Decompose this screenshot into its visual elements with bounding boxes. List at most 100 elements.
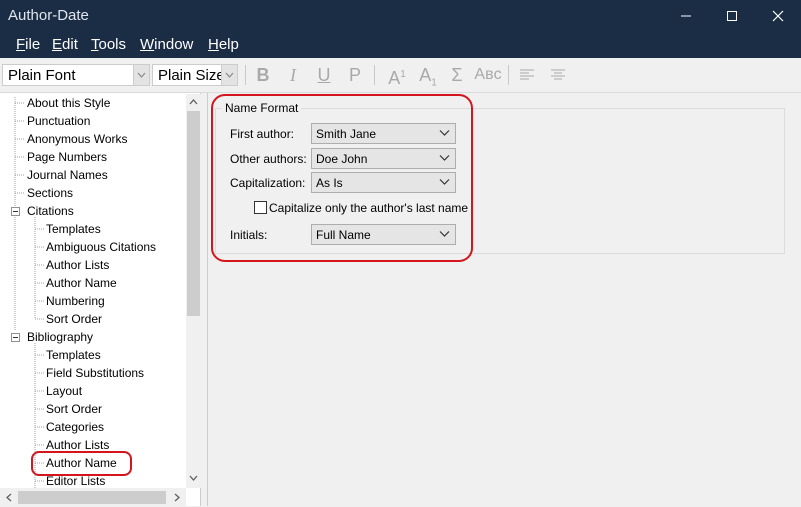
capitalization-select[interactable]: As Is (311, 172, 456, 193)
tree-item-bibliography-sort-order[interactable]: Sort Order (46, 402, 102, 416)
menu-help-accel: H (208, 36, 219, 53)
subscript-icon: A1 (419, 65, 437, 89)
tree-item-ambiguous-citations[interactable]: Ambiguous Citations (46, 240, 156, 254)
menu-tools[interactable]: Tools (91, 36, 126, 53)
menu-file[interactable]: File (16, 36, 40, 53)
other-authors-select[interactable]: Doe John (311, 148, 456, 169)
toolbar-separator (508, 65, 509, 85)
initials-label: Initials: (230, 228, 268, 242)
close-icon (772, 10, 784, 22)
first-author-label: First author: (230, 127, 295, 141)
initials-value: Full Name (316, 228, 371, 242)
menu-edit-label: dit (62, 36, 78, 53)
menu-window-label: indow (154, 36, 194, 53)
collapse-bibliography-icon[interactable] (11, 333, 20, 342)
tree-item-punctuation[interactable]: Punctuation (27, 114, 90, 128)
name-format-legend: Name Format (222, 101, 302, 115)
italic-button[interactable]: I (282, 64, 304, 86)
formatting-toolbar: Plain Font Plain Size B I U P A1 A1 Σ Aʙ… (0, 58, 801, 93)
toolbar-separator (245, 65, 246, 85)
menu-tools-accel: T (91, 36, 99, 53)
size-select-value: Plain Size (158, 67, 225, 84)
tree-item-citations[interactable]: Citations (27, 204, 74, 218)
tree-item-anonymous-works[interactable]: Anonymous Works (27, 132, 127, 146)
bold-button[interactable]: B (252, 64, 274, 86)
tree-item-bibliography-author-name[interactable]: Author Name (46, 456, 117, 470)
align-left-icon (520, 69, 534, 80)
initials-select[interactable]: Full Name (311, 224, 456, 245)
capitalize-last-name-label[interactable]: Capitalize only the author's last name (269, 201, 468, 215)
superscript-letter: A (388, 68, 401, 88)
tree-item-field-substitutions[interactable]: Field Substitutions (46, 366, 144, 380)
tree-item-citations-author-name[interactable]: Author Name (46, 276, 117, 290)
superscript-icon: A1 (388, 68, 406, 88)
tree-item-bibliography-templates[interactable]: Templates (46, 348, 101, 362)
title-bar: Author-Date (0, 0, 801, 32)
menu-help[interactable]: Help (208, 36, 239, 53)
smallcaps-button[interactable]: Aʙᴄ (474, 64, 502, 86)
font-select[interactable]: Plain Font (2, 64, 150, 86)
tree-horizontal-scroll-thumb[interactable] (18, 491, 166, 504)
toolbar-separator (374, 65, 375, 85)
tree-item-editor-lists[interactable]: Editor Lists (46, 474, 105, 488)
close-button[interactable] (755, 0, 801, 32)
chevron-down-icon (221, 65, 237, 85)
font-select-value: Plain Font (8, 67, 76, 84)
menu-edit[interactable]: Edit (52, 36, 78, 53)
maximize-button[interactable] (709, 0, 755, 32)
style-section-tree: About this Style Punctuation Anonymous W… (0, 93, 201, 506)
chevron-down-icon (439, 231, 450, 237)
tree-item-journal-names[interactable]: Journal Names (27, 168, 108, 182)
tree-item-citations-sort-order[interactable]: Sort Order (46, 312, 102, 326)
subscript-letter: A (419, 65, 432, 85)
first-author-value: Smith Jane (316, 127, 377, 141)
chevron-down-icon (133, 65, 149, 85)
menu-tools-label: ools (98, 36, 127, 53)
menu-window[interactable]: Window (140, 36, 193, 53)
align-center-icon (551, 69, 565, 80)
capitalization-value: As Is (316, 176, 343, 190)
italic-icon: I (290, 65, 296, 85)
other-authors-label: Other authors: (230, 152, 307, 166)
superscript-button[interactable]: A1 (386, 64, 408, 88)
subscript-button[interactable]: A1 (417, 64, 439, 89)
symbol-button[interactable]: Σ (446, 64, 468, 86)
sigma-icon: Σ (451, 65, 463, 85)
tree-item-bibliography-author-lists[interactable]: Author Lists (46, 438, 109, 452)
plain-icon: P (348, 65, 361, 85)
other-authors-value: Doe John (316, 152, 368, 166)
scroll-left-icon[interactable] (2, 490, 17, 505)
smallcaps-icon: Aʙᴄ (474, 66, 502, 83)
first-author-select[interactable]: Smith Jane (311, 123, 456, 144)
tree-item-categories[interactable]: Categories (46, 420, 104, 434)
collapse-citations-icon[interactable] (11, 207, 20, 216)
tree-item-layout[interactable]: Layout (46, 384, 82, 398)
tree-vertical-scroll-thumb[interactable] (187, 111, 200, 316)
tree-item-sections[interactable]: Sections (27, 186, 73, 200)
scroll-up-icon[interactable] (186, 95, 201, 110)
menu-help-label: elp (218, 36, 239, 53)
tree-item-citations-author-lists[interactable]: Author Lists (46, 258, 109, 272)
window-title: Author-Date (8, 7, 89, 24)
menu-file-accel: F (16, 36, 26, 53)
tree-item-bibliography[interactable]: Bibliography (27, 330, 93, 344)
scroll-right-icon[interactable] (169, 490, 184, 505)
tree-item-citations-templates[interactable]: Templates (46, 222, 101, 236)
align-left-button[interactable] (516, 64, 538, 86)
menu-bar: File Edit Tools Window Help (0, 32, 801, 58)
chevron-down-icon (439, 130, 450, 136)
tree-item-numbering[interactable]: Numbering (46, 294, 105, 308)
menu-window-accel: W (140, 36, 155, 53)
minimize-button[interactable] (663, 0, 709, 32)
scroll-down-icon[interactable] (186, 471, 201, 486)
plain-button[interactable]: P (344, 64, 366, 86)
maximize-icon (727, 11, 737, 21)
menu-edit-accel: E (52, 36, 63, 53)
tree-item-about[interactable]: About this Style (27, 96, 110, 110)
align-center-button[interactable] (547, 64, 569, 86)
size-select[interactable]: Plain Size (152, 64, 238, 86)
chevron-down-icon (439, 155, 450, 161)
capitalize-last-name-checkbox[interactable] (254, 201, 267, 214)
tree-item-page-numbers[interactable]: Page Numbers (27, 150, 107, 164)
underline-button[interactable]: U (313, 64, 335, 86)
